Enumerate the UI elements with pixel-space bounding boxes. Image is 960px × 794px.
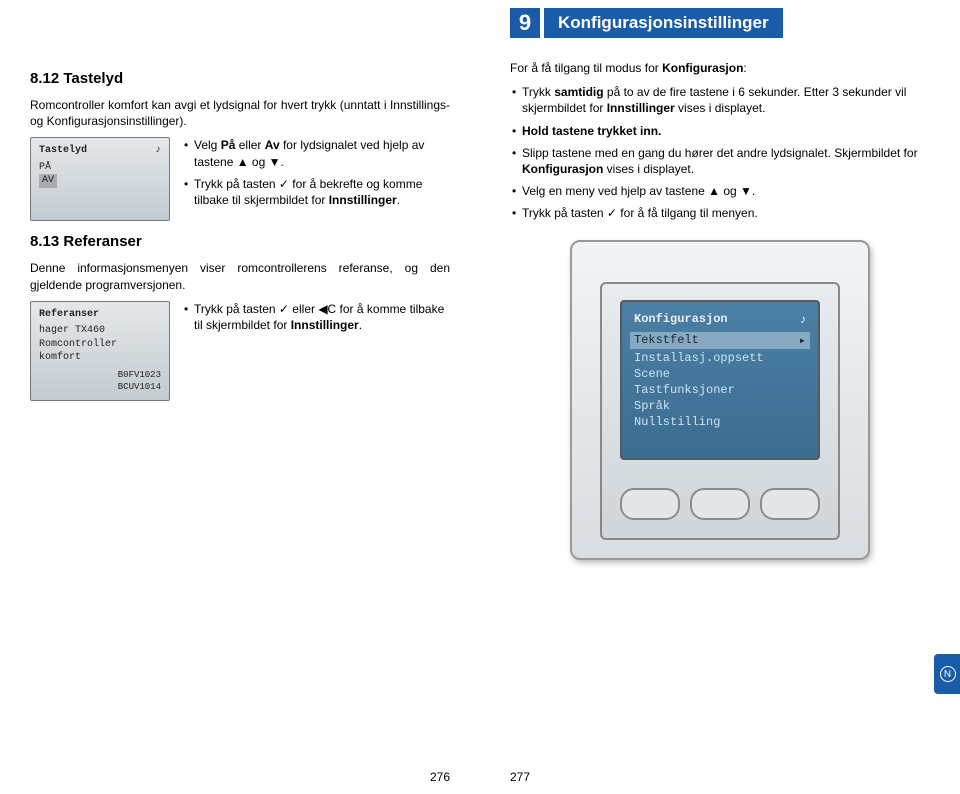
hw-button xyxy=(690,488,750,520)
lcd-thumb-referanser: Referanser hager TX460 Romcontroller kom… xyxy=(30,301,170,401)
list-item: Slipp tastene med en gang du hører det a… xyxy=(510,145,930,177)
block-8-12: Tastelyd ♪ PÅ AV Velg På eller Av for ly… xyxy=(30,137,450,221)
lcd-footer-line: BCUV1014 xyxy=(118,381,161,393)
intro-text: For å få tilgang til modus for Konfigura… xyxy=(510,60,930,76)
lcd-footer-line: B0FV1023 xyxy=(118,369,161,381)
device-bezel: Konfigurasjon ♪ Tekstfelt▸Installasj.opp… xyxy=(600,282,840,540)
page-number: 277 xyxy=(510,770,530,784)
screen-menu-item: Nullstilling xyxy=(634,414,806,430)
lcd-line: komfort xyxy=(39,351,161,365)
device-illustration: Konfigurasjon ♪ Tekstfelt▸Installasj.opp… xyxy=(570,240,870,560)
hw-button xyxy=(760,488,820,520)
list-item: Trykk på tasten ✓ for å bekrefte og komm… xyxy=(182,176,450,208)
lcd-line: hager TX460 xyxy=(39,324,161,338)
page-left: 8.12 Tastelyd Romcontroller komfort kan … xyxy=(0,0,480,794)
lcd-thumb-tastelyd: Tastelyd ♪ PÅ AV xyxy=(30,137,170,221)
screen-title: Konfigurasjon xyxy=(634,312,728,326)
screen-menu-item: Tekstfelt▸ xyxy=(630,332,810,349)
chevron-right-icon: ▸ xyxy=(799,333,806,348)
chapter-header: 9 Konfigurasjonsinstillinger xyxy=(510,8,930,38)
list-item: Hold tastene trykket inn. xyxy=(510,123,930,139)
page-number: 276 xyxy=(430,770,450,784)
screen-menu-item: Installasj.oppsett xyxy=(634,350,806,366)
device-screen: Konfigurasjon ♪ Tekstfelt▸Installasj.opp… xyxy=(620,300,820,460)
bullet-list: Velg På eller Av for lydsignalet ved hje… xyxy=(182,137,450,214)
note-icon: ♪ xyxy=(800,312,806,326)
text-8-13-intro: Denne informasjonsmenyen viser romcontro… xyxy=(30,260,450,292)
heading-8-13: 8.13 Referanser xyxy=(30,233,450,250)
list-item: Velg en meny ved hjelp av tastene ▲ og ▼… xyxy=(510,183,930,199)
bullet-list: Trykk samtidig på to av de fire tastene … xyxy=(510,84,930,221)
bullet-list: Trykk på tasten ✓ eller ◀C for å komme t… xyxy=(182,301,450,339)
chapter-number: 9 xyxy=(510,8,540,38)
lcd-title: Referanser xyxy=(39,308,99,322)
list-item: Trykk på tasten ✓ eller ◀C for å komme t… xyxy=(182,301,450,333)
list-item: Trykk samtidig på to av de fire tastene … xyxy=(510,84,930,116)
side-tab-label: N xyxy=(940,666,956,682)
list-item: Trykk på tasten ✓ for å få tilgang til m… xyxy=(510,205,930,221)
heading-8-12: 8.12 Tastelyd xyxy=(30,70,450,87)
lcd-line: Romcontroller xyxy=(39,338,161,352)
list-item: Velg På eller Av for lydsignalet ved hje… xyxy=(182,137,450,169)
lcd-line: PÅ xyxy=(39,161,161,175)
block-8-13: Referanser hager TX460 Romcontroller kom… xyxy=(30,301,450,401)
chapter-title: Konfigurasjonsinstillinger xyxy=(544,8,783,38)
lcd-title: Tastelyd xyxy=(39,144,87,158)
side-tab: N xyxy=(934,654,960,694)
note-icon: ♪ xyxy=(155,144,161,158)
text-8-12-intro: Romcontroller komfort kan avgi et lydsig… xyxy=(30,97,450,129)
hw-button xyxy=(620,488,680,520)
lcd-line-selected: AV xyxy=(39,174,57,188)
screen-menu-item: Scene xyxy=(634,366,806,382)
screen-menu-item: Tastfunksjoner xyxy=(634,382,806,398)
screen-menu-item: Språk xyxy=(634,398,806,414)
hw-button-row xyxy=(620,488,820,520)
page-right: 9 Konfigurasjonsinstillinger For å få ti… xyxy=(480,0,960,794)
